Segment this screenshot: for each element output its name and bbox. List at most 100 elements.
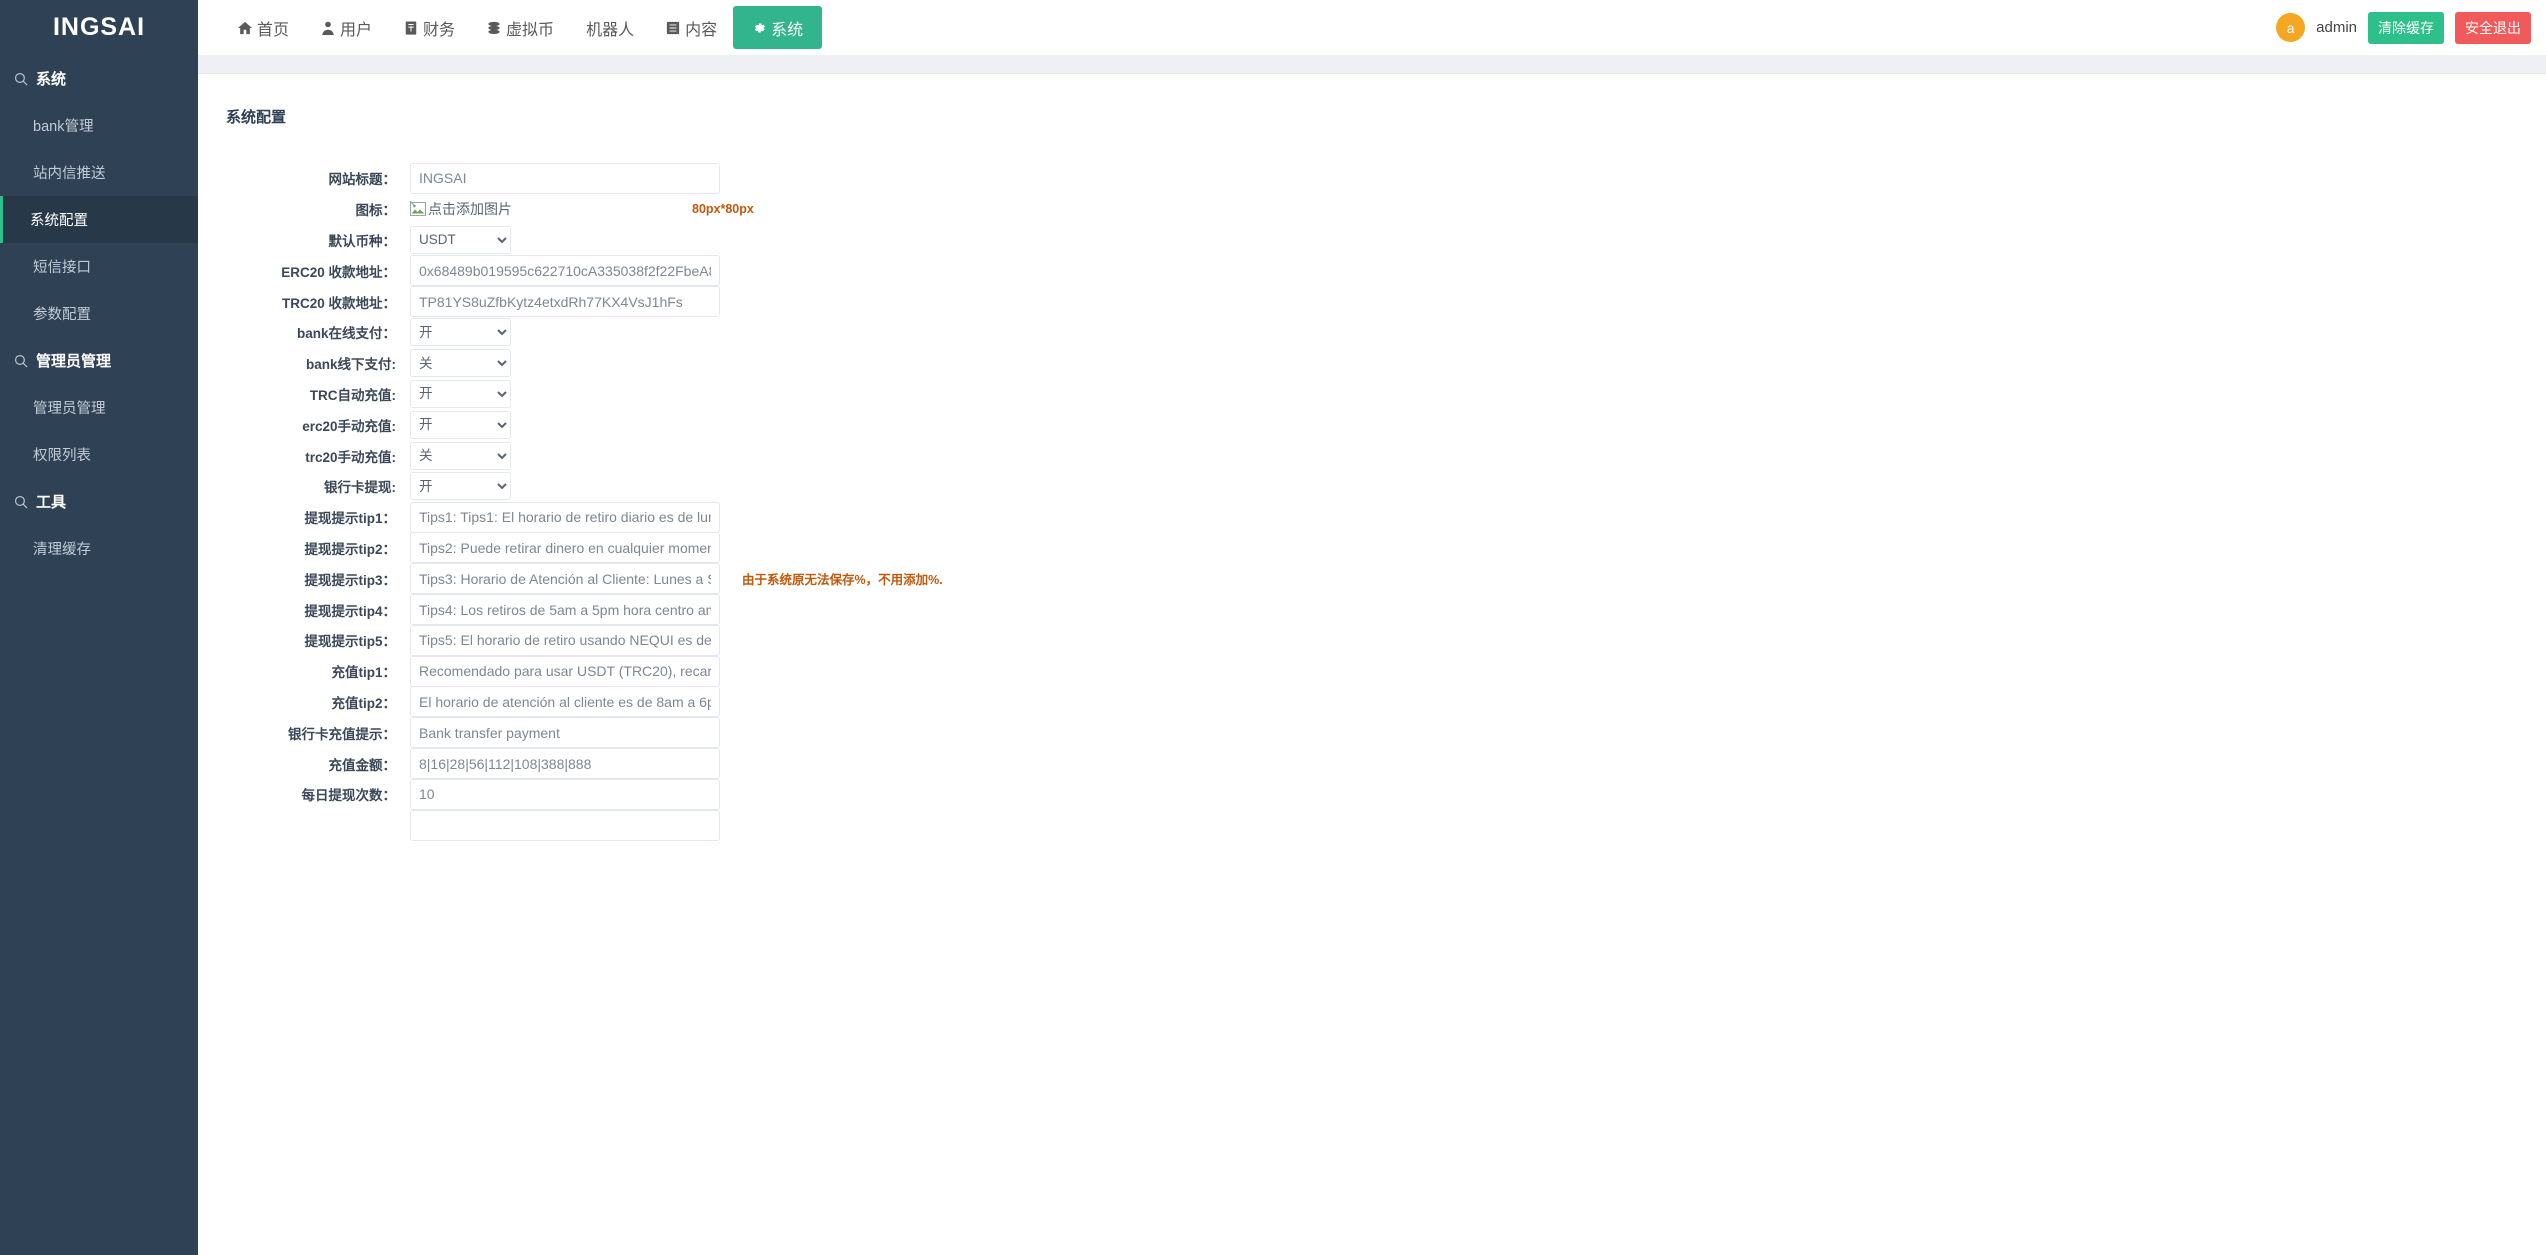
form-row: 提现提示tip1： <box>198 501 2546 533</box>
broken-image-icon <box>409 200 426 217</box>
field-label: 提现提示tip3： <box>304 572 396 588</box>
field-input[interactable] <box>410 717 720 749</box>
image-upload-link[interactable]: 点击添加图片 <box>409 199 512 219</box>
form-row: erc20手动充值: 开关 <box>198 409 2546 440</box>
sidebar-item-1-0[interactable]: 管理员管理 <box>0 384 198 431</box>
form-row: 充值金额： <box>198 748 2546 780</box>
search-icon <box>14 72 28 86</box>
field-label: ERC20 收款地址： <box>281 264 396 280</box>
image-upload-label: 点击添加图片 <box>428 201 512 218</box>
field-label: 充值金额： <box>328 757 397 773</box>
field-input[interactable] <box>410 778 720 810</box>
sidebar-item-0-3[interactable]: 短信接口 <box>0 243 198 290</box>
content-subbar <box>198 55 2546 74</box>
sidebar-group-1[interactable]: 管理员管理 <box>0 337 198 384</box>
field-select[interactable]: 开关 <box>410 349 511 378</box>
nav-item-label: 首页 <box>257 21 290 39</box>
form-row: TRC20 收款地址： <box>198 286 2546 318</box>
field-label: 提现提示tip2： <box>304 541 396 557</box>
sidebar-item-2-0[interactable]: 清理缓存 <box>0 525 198 572</box>
field-input[interactable] <box>410 748 720 780</box>
navbar-right-actions: a admin 清除缓存 安全退出 <box>2276 0 2546 55</box>
sidebar-item-0-1[interactable]: 站内信推送 <box>0 149 198 196</box>
form-row: 银行卡充值提示： <box>198 717 2546 749</box>
form-row: 网站标题： <box>198 162 2546 194</box>
brand-logo[interactable]: INGSAI <box>0 0 198 55</box>
field-input[interactable] <box>410 655 720 687</box>
nav-item-label: 财务 <box>423 21 456 39</box>
field-input[interactable] <box>410 809 720 841</box>
field-input[interactable] <box>410 686 720 718</box>
sidebar: 系统 bank管理 站内信推送 系统配置 短信接口 参数配置 管理员管理 管理员管理 权限列表工… <box>0 55 198 1255</box>
field-label: 提现提示tip1： <box>304 511 396 527</box>
list-icon <box>666 21 680 35</box>
field-label: 网站标题： <box>328 172 397 188</box>
field-label: 提现提示tip5： <box>304 634 396 650</box>
field-input[interactable] <box>410 563 720 595</box>
field-label: 充值tip2： <box>331 695 396 711</box>
nav-item-robot[interactable]: 机器人 <box>570 0 650 55</box>
page-title: 系统配置 <box>226 109 287 126</box>
form-row: 提现提示tip5： <box>198 624 2546 656</box>
field-select[interactable]: 开关 <box>410 379 511 408</box>
form-row: 提现提示tip2： <box>198 532 2546 564</box>
admin-username: admin <box>2316 19 2357 36</box>
field-label: trc20手动充值: <box>305 449 396 465</box>
field-input[interactable] <box>410 624 720 656</box>
field-label: TRC20 收款地址： <box>281 295 396 311</box>
search-icon <box>14 354 28 368</box>
nav-item-home[interactable]: 首页 <box>222 0 305 55</box>
home-icon <box>238 21 252 35</box>
nav-item-coins[interactable]: 虚拟币 <box>471 0 570 55</box>
field-note: 由于系统原无法保存%，不用添加%. <box>742 573 943 588</box>
sidebar-item-1-1[interactable]: 权限列表 <box>0 431 198 478</box>
logout-button[interactable]: 安全退出 <box>2455 11 2531 44</box>
field-input[interactable] <box>410 501 720 533</box>
nav-item-gear[interactable]: 系统 <box>733 6 823 49</box>
sidebar-group-title: 工具 <box>36 494 67 511</box>
user-icon <box>321 21 335 35</box>
sidebar-item-0-0[interactable]: bank管理 <box>0 102 198 149</box>
field-input[interactable] <box>410 162 720 194</box>
form-row: 每日提现次数： <box>198 778 2546 810</box>
field-select[interactable]: 开关 <box>410 441 511 470</box>
field-select[interactable]: USDT <box>410 225 511 254</box>
form-row <box>198 809 2546 841</box>
sidebar-item-0-4[interactable]: 参数配置 <box>0 290 198 337</box>
sidebar-group-0[interactable]: 系统 <box>0 55 198 102</box>
field-input[interactable] <box>410 255 720 287</box>
money-icon <box>404 20 418 35</box>
field-select[interactable]: 开关 <box>410 410 511 439</box>
sidebar-group-title: 系统 <box>36 71 67 88</box>
avatar: a <box>2276 13 2306 42</box>
nav-item-label: 内容 <box>685 21 718 39</box>
nav-menu: 首页 用户 财务 虚拟币 机器人 内容 系统 <box>222 0 823 55</box>
nav-item-label: 机器人 <box>586 21 635 39</box>
top-navbar: INGSAI 首页 用户 财务 虚拟币 机器人 内容 系统 a admin 清除缓存 安全退… <box>0 0 2546 55</box>
form-row: 充值tip2： <box>198 686 2546 718</box>
nav-item-list[interactable]: 内容 <box>650 0 733 55</box>
form-row: 图标： 点击添加图片 80px*80px <box>198 194 2546 225</box>
nav-item-money[interactable]: 财务 <box>388 0 471 55</box>
clear-cache-button[interactable]: 清除缓存 <box>2368 11 2444 44</box>
form-row: bank在线支付： 开关 <box>198 317 2546 348</box>
field-select[interactable]: 开关 <box>410 472 511 501</box>
field-label: 银行卡充值提示： <box>288 726 396 742</box>
field-label: 图标： <box>355 203 397 219</box>
sidebar-group-2[interactable]: 工具 <box>0 478 198 525</box>
field-label: 每日提现次数： <box>301 788 397 804</box>
field-input[interactable] <box>410 594 720 626</box>
sidebar-item-0-2[interactable]: 系统配置 <box>0 196 198 243</box>
gear-icon <box>752 21 766 35</box>
coins-icon <box>487 21 501 35</box>
field-input[interactable] <box>410 532 720 564</box>
field-input[interactable] <box>410 286 720 318</box>
nav-item-user[interactable]: 用户 <box>305 0 388 55</box>
form-row: 提现提示tip3： 由于系统原无法保存%，不用添加%. <box>198 563 2546 595</box>
field-select[interactable]: 开关 <box>410 318 511 347</box>
form-row: 充值tip1： <box>198 655 2546 687</box>
field-label: bank线下支付: <box>305 357 396 373</box>
form-row: 提现提示tip4： <box>198 594 2546 626</box>
sidebar-group-title: 管理员管理 <box>36 353 112 370</box>
field-label: bank在线支付： <box>296 326 396 342</box>
